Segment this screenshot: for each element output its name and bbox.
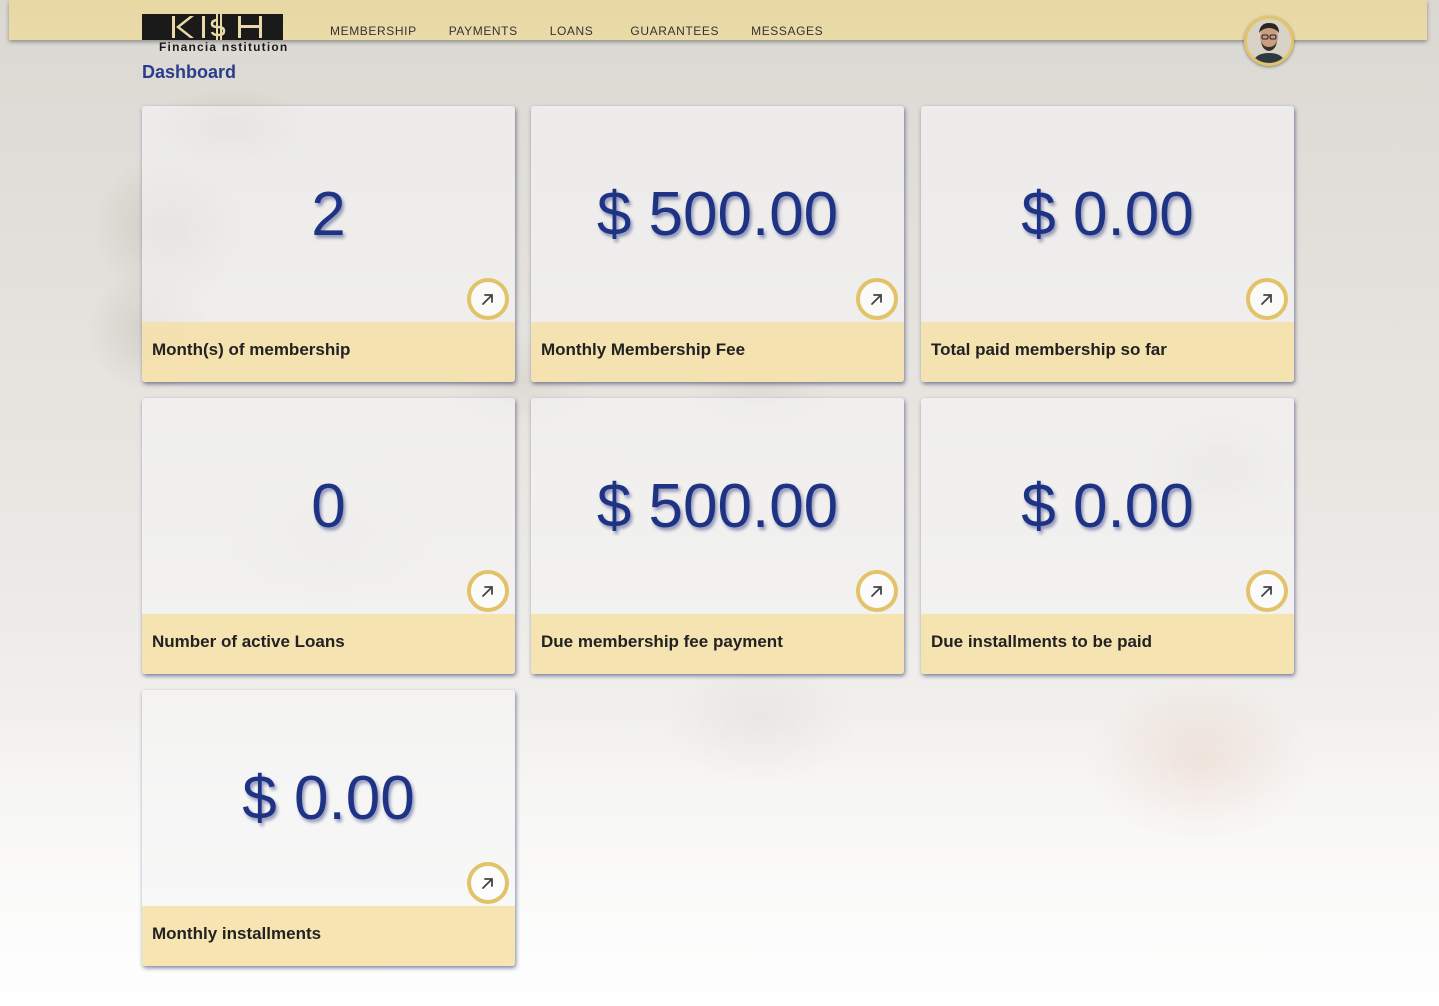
- page-title: Dashboard: [142, 62, 237, 82]
- nav-item-messages[interactable]: MESSAGES: [751, 24, 823, 38]
- card-footer: Due membership fee payment: [531, 614, 904, 674]
- arrow-up-right-icon: [1261, 294, 1272, 305]
- card-footer: Monthly installments: [142, 906, 515, 966]
- brand-logo[interactable]: Financia nstitution: [142, 14, 302, 56]
- card-value: $ 0.00: [1021, 180, 1194, 249]
- logo-text: Financia nstitution: [159, 40, 289, 54]
- open-details-button[interactable]: [467, 570, 509, 612]
- card-value: $ 500.00: [596, 180, 839, 249]
- open-details-button[interactable]: [467, 278, 509, 320]
- card-label: Due installments to be paid: [931, 632, 1153, 651]
- logo-mark-icon: [142, 14, 283, 40]
- stat-card-due-installments: $ 0.00 Due installments to be paid: [921, 398, 1294, 674]
- open-details-button[interactable]: [856, 570, 898, 612]
- card-footer: Number of active Loans: [142, 614, 515, 674]
- card-footer: Monthly Membership Fee: [531, 322, 904, 382]
- card-footer: Month(s) of membership: [142, 322, 515, 382]
- stat-card-monthly-installments: $ 0.00 Monthly installments: [142, 690, 515, 966]
- card-label: Total paid membership so far: [931, 340, 1167, 359]
- card-label: Month(s) of membership: [152, 340, 351, 359]
- card-value: 0: [311, 472, 346, 541]
- card-label: Due membership fee payment: [541, 632, 783, 651]
- open-details-button[interactable]: [467, 862, 509, 904]
- arrow-up-right-icon: [482, 294, 493, 305]
- stat-card-months-of-membership: 2 Month(s) of membership: [142, 106, 515, 382]
- card-label: Number of active Loans: [152, 632, 345, 651]
- arrow-up-right-icon: [871, 294, 882, 305]
- card-value: $ 0.00: [242, 764, 415, 833]
- card-value: $ 500.00: [596, 472, 839, 541]
- card-label: Monthly Membership Fee: [541, 340, 746, 359]
- user-avatar[interactable]: [1244, 16, 1294, 66]
- arrow-up-right-icon: [871, 586, 882, 597]
- nav-item-payments[interactable]: PAYMENTS: [449, 24, 518, 38]
- stat-card-total-paid-membership: $ 0.00 Total paid membership so far: [921, 106, 1294, 382]
- user-avatar-icon: [1247, 19, 1291, 63]
- arrow-up-right-icon: [482, 586, 493, 597]
- arrow-up-right-icon: [1261, 586, 1272, 597]
- card-footer: Total paid membership so far: [921, 322, 1294, 382]
- nav-item-membership[interactable]: MEMBERSHIP: [330, 24, 417, 38]
- open-details-button[interactable]: [1246, 278, 1288, 320]
- nav-item-loans[interactable]: LOANS: [550, 24, 594, 38]
- stat-card-active-loans: 0 Number of active Loans: [142, 398, 515, 674]
- main-nav: MEMBERSHIP PAYMENTS LOANS GUARANTEES MES…: [321, 24, 823, 38]
- open-details-button[interactable]: [856, 278, 898, 320]
- nav-item-guarantees[interactable]: GUARANTEES: [630, 24, 719, 38]
- stat-card-monthly-membership-fee: $ 500.00 Monthly Membership Fee: [531, 106, 904, 382]
- card-label: Monthly installments: [152, 924, 322, 943]
- stat-card-due-membership-fee: $ 500.00 Due membership fee payment: [531, 398, 904, 674]
- card-value: 2: [311, 180, 346, 249]
- open-details-button[interactable]: [1246, 570, 1288, 612]
- card-footer: Due installments to be paid: [921, 614, 1294, 674]
- card-value: $ 0.00: [1021, 472, 1194, 541]
- arrow-up-right-icon: [482, 878, 493, 889]
